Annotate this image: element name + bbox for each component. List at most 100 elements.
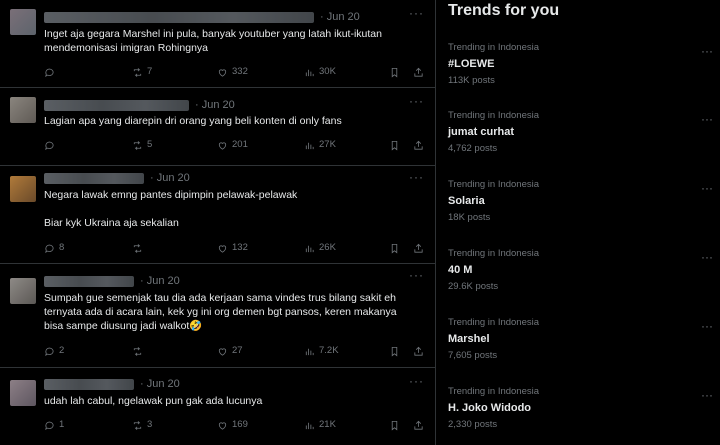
more-icon[interactable]: ··· — [701, 44, 713, 58]
views-count: 21K — [319, 419, 336, 430]
trend-item[interactable]: Trending in Indonesia Solaria 18K posts … — [448, 179, 713, 227]
trend-item[interactable]: Trending in Indonesia jumat curhat 4,762… — [448, 110, 713, 158]
blurred-username[interactable] — [44, 275, 134, 287]
tweet-text: Lagian apa yang diarepin dri orang yang … — [44, 115, 342, 127]
tweet[interactable]: · Jun 20 ··· Inget aja gegara Marshel in… — [0, 0, 435, 88]
retweet-button[interactable]: 3 — [132, 418, 152, 432]
trend-name: Marshel — [448, 333, 490, 345]
views-button[interactable]: 21K — [304, 418, 336, 432]
avatar[interactable] — [10, 9, 36, 35]
trend-context: Trending in Indonesia — [448, 42, 540, 53]
more-icon[interactable]: ··· — [701, 112, 713, 126]
retweet-icon — [132, 140, 147, 151]
like-count: 201 — [232, 139, 248, 150]
trend-item[interactable]: Trending in Indonesia H. Joko Widodo 2,3… — [448, 386, 713, 434]
tweet-header: · Jun 20 — [44, 10, 360, 24]
views-count: 26K — [319, 242, 336, 253]
trend-item[interactable]: Trending in Indonesia #LOEWE 113K posts … — [448, 42, 713, 90]
reply-count: 8 — [59, 242, 65, 253]
blurred-username[interactable] — [44, 99, 189, 111]
trend-posts: 4,762 posts — [448, 143, 498, 154]
bookmark-icon — [389, 420, 404, 431]
trend-posts: 29.6K posts — [448, 281, 499, 292]
retweet-button[interactable] — [132, 344, 147, 358]
views-button[interactable]: 7.2K — [304, 344, 339, 358]
tweet[interactable]: · Jun 20 ··· Negara lawak emng pantes di… — [0, 166, 435, 264]
like-icon — [217, 420, 232, 431]
blurred-username[interactable] — [44, 378, 134, 390]
like-button[interactable]: 169 — [217, 418, 248, 432]
more-icon[interactable]: ··· — [701, 181, 713, 195]
reply-button[interactable] — [44, 65, 59, 79]
tweet-header: · Jun 20 — [44, 98, 235, 112]
more-icon[interactable]: ··· — [409, 374, 424, 388]
more-icon[interactable]: ··· — [409, 268, 424, 282]
tweet-actions: 1 3 169 21K — [44, 418, 429, 432]
tweet[interactable]: · Jun 20 ··· Lagian apa yang diarepin dr… — [0, 88, 435, 166]
like-button[interactable]: 332 — [217, 65, 248, 79]
share-icon — [413, 140, 428, 151]
bookmark-button[interactable] — [389, 138, 404, 152]
avatar[interactable] — [10, 380, 36, 406]
blurred-username[interactable] — [44, 172, 144, 184]
tweet-date[interactable]: · Jun 20 — [195, 99, 235, 111]
views-count: 7.2K — [319, 345, 339, 356]
share-button[interactable] — [413, 241, 428, 255]
avatar[interactable] — [10, 278, 36, 304]
trend-context: Trending in Indonesia — [448, 110, 540, 121]
retweet-button[interactable]: 5 — [132, 138, 152, 152]
bookmark-button[interactable] — [389, 241, 404, 255]
views-button[interactable]: 27K — [304, 138, 336, 152]
share-button[interactable] — [413, 418, 428, 432]
blurred-username[interactable] — [44, 11, 314, 23]
more-icon[interactable]: ··· — [701, 319, 713, 333]
like-icon — [217, 243, 232, 254]
tweet-date[interactable]: · Jun 20 — [150, 172, 190, 184]
more-icon[interactable]: ··· — [409, 170, 424, 184]
tweet-date[interactable]: · Jun 20 — [320, 11, 360, 23]
views-icon — [304, 243, 319, 254]
retweet-icon — [132, 243, 147, 254]
bookmark-button[interactable] — [389, 65, 404, 79]
more-icon[interactable]: ··· — [409, 94, 424, 108]
like-button[interactable]: 132 — [217, 241, 248, 255]
tweet-date[interactable]: · Jun 20 — [140, 378, 180, 390]
more-icon[interactable]: ··· — [701, 388, 713, 402]
more-icon[interactable]: ··· — [409, 6, 424, 20]
retweet-count: 3 — [147, 419, 153, 430]
avatar[interactable] — [10, 97, 36, 123]
views-button[interactable]: 30K — [304, 65, 336, 79]
reply-button[interactable] — [44, 138, 59, 152]
trend-name: Solaria — [448, 195, 485, 207]
bookmark-button[interactable] — [389, 344, 404, 358]
avatar[interactable] — [10, 176, 36, 202]
retweet-count: 5 — [147, 139, 153, 150]
reply-button[interactable]: 2 — [44, 344, 64, 358]
share-button[interactable] — [413, 138, 428, 152]
trend-item[interactable]: Trending in Indonesia 40 M 29.6K posts ·… — [448, 248, 713, 296]
tweet-header: · Jun 20 — [44, 171, 190, 185]
tweet[interactable]: · Jun 20 ··· Sumpah gue semenjak tau dia… — [0, 264, 435, 368]
trend-context: Trending in Indonesia — [448, 386, 540, 397]
tweet[interactable]: · Jun 20 ··· udah lah cabul, ngelawak pu… — [0, 368, 435, 445]
trend-name: #LOEWE — [448, 58, 495, 70]
reply-button[interactable]: 8 — [44, 241, 64, 255]
trend-posts: 7,605 posts — [448, 350, 498, 361]
share-button[interactable] — [413, 65, 428, 79]
share-button[interactable] — [413, 344, 428, 358]
retweet-button[interactable] — [132, 241, 147, 255]
bookmark-button[interactable] — [389, 418, 404, 432]
timeline: · Jun 20 ··· Inget aja gegara Marshel in… — [0, 0, 436, 445]
like-count: 169 — [232, 419, 248, 430]
views-button[interactable]: 26K — [304, 241, 336, 255]
trend-context: Trending in Indonesia — [448, 179, 540, 190]
more-icon[interactable]: ··· — [701, 250, 713, 264]
like-button[interactable]: 27 — [217, 344, 243, 358]
reply-button[interactable]: 1 — [44, 418, 64, 432]
like-button[interactable]: 201 — [217, 138, 248, 152]
bookmark-icon — [389, 243, 404, 254]
tweet-date[interactable]: · Jun 20 — [140, 275, 180, 287]
retweet-button[interactable]: 7 — [132, 65, 152, 79]
tweet-actions: 7 332 30K — [44, 65, 429, 79]
trend-item[interactable]: Trending in Indonesia Marshel 7,605 post… — [448, 317, 713, 365]
